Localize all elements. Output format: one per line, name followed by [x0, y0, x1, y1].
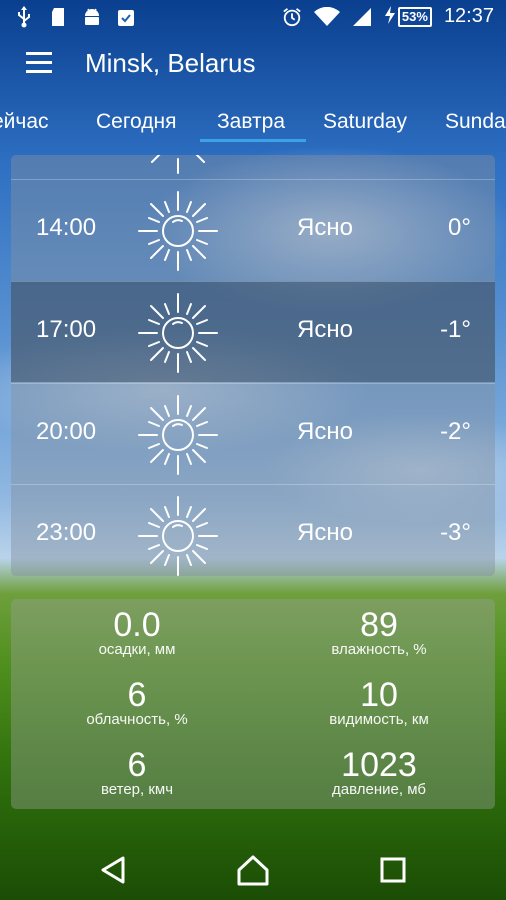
- sun-icon: [138, 496, 218, 576]
- notification-icons: [14, 6, 136, 28]
- sun-icon: [151, 155, 205, 174]
- wind-stat: 6 ветер, кмч: [16, 747, 258, 798]
- hourly-forecast-list[interactable]: 14:00 Ясно 0° 17:00 Ясно -1° 20:00 Ясно …: [11, 155, 495, 576]
- stat-value: 1023: [341, 746, 417, 784]
- tab-today[interactable]: Сегодня: [96, 110, 176, 134]
- weather-details: 0.0 осадки, мм 89 влажность, % 6 облачно…: [11, 599, 495, 809]
- usb-icon: [14, 6, 34, 28]
- wifi-icon: [313, 6, 340, 28]
- stat-label: видимость, км: [329, 711, 429, 728]
- hourly-row: 20:00 Ясно -2°: [11, 383, 495, 484]
- clipboard-check-icon: [116, 6, 136, 28]
- hour-temperature: -2°: [440, 418, 471, 445]
- stat-value: 89: [360, 606, 398, 644]
- stat-value: 10: [360, 676, 398, 714]
- humidity-stat: 89 влажность, %: [258, 607, 500, 658]
- hour-time: 23:00: [36, 519, 97, 546]
- back-icon[interactable]: [93, 850, 133, 890]
- stat-value: 6: [127, 746, 147, 784]
- city-title: Minsk, Belarus: [85, 48, 256, 78]
- stat-label: ветер, кмч: [100, 781, 174, 798]
- tab-saturday[interactable]: Saturday: [323, 110, 407, 134]
- alarm-icon: [282, 6, 302, 28]
- hourly-row: 14:00 Ясно 0°: [11, 179, 495, 280]
- system-nav-bar: [0, 836, 506, 900]
- sun-icon: [138, 293, 218, 373]
- selected-tab-indicator: [200, 139, 306, 142]
- stat-value: 0.0: [113, 606, 161, 644]
- hourly-row: 23:00 Ясно -3°: [11, 484, 495, 576]
- tab-tomorrow[interactable]: Завтра: [217, 110, 285, 134]
- home-icon[interactable]: [233, 850, 273, 890]
- status-time: 12:37: [443, 5, 494, 27]
- status-bar: 53% 12:37: [0, 0, 506, 36]
- tab-sunday[interactable]: Sunda: [445, 110, 506, 134]
- hour-condition: Ясно: [297, 418, 353, 445]
- battery-indicator: 53%: [384, 6, 432, 27]
- android-icon: [82, 6, 102, 28]
- hour-condition: Ясно: [297, 519, 353, 546]
- cloudiness-stat: 6 облачность, %: [16, 677, 258, 728]
- tab-now[interactable]: ейчас: [0, 110, 49, 134]
- hour-condition: Ясно: [297, 316, 353, 343]
- visibility-stat: 10 видимость, км: [258, 677, 500, 728]
- stat-label: влажность, %: [331, 641, 427, 658]
- charging-icon: [384, 6, 396, 27]
- stat-label: давление, мб: [332, 781, 426, 798]
- stat-label: осадки, мм: [98, 641, 176, 658]
- stat-label: облачность, %: [86, 711, 188, 728]
- pressure-stat: 1023 давление, мб: [258, 747, 500, 798]
- app-bar: Minsk, Belarus: [0, 36, 506, 92]
- stat-value: 6: [127, 676, 147, 714]
- hour-time: 20:00: [36, 418, 97, 445]
- hour-condition: Ясно: [297, 214, 353, 241]
- precipitation-stat: 0.0 осадки, мм: [16, 607, 258, 658]
- hour-time: 17:00: [36, 316, 97, 343]
- battery-percent: 53%: [397, 6, 432, 27]
- signal-icon: [352, 6, 372, 28]
- sun-icon: [138, 191, 218, 271]
- hour-temperature: 0°: [448, 214, 471, 241]
- recents-icon[interactable]: [373, 850, 413, 890]
- hour-temperature: -1°: [440, 316, 471, 343]
- sd-card-icon: [48, 6, 68, 28]
- hamburger-menu-icon[interactable]: [26, 52, 54, 74]
- hour-temperature: -3°: [440, 519, 471, 546]
- hour-time: 14:00: [36, 214, 97, 241]
- hourly-row: 17:00 Ясно -1°: [11, 281, 495, 382]
- sun-icon: [138, 395, 218, 475]
